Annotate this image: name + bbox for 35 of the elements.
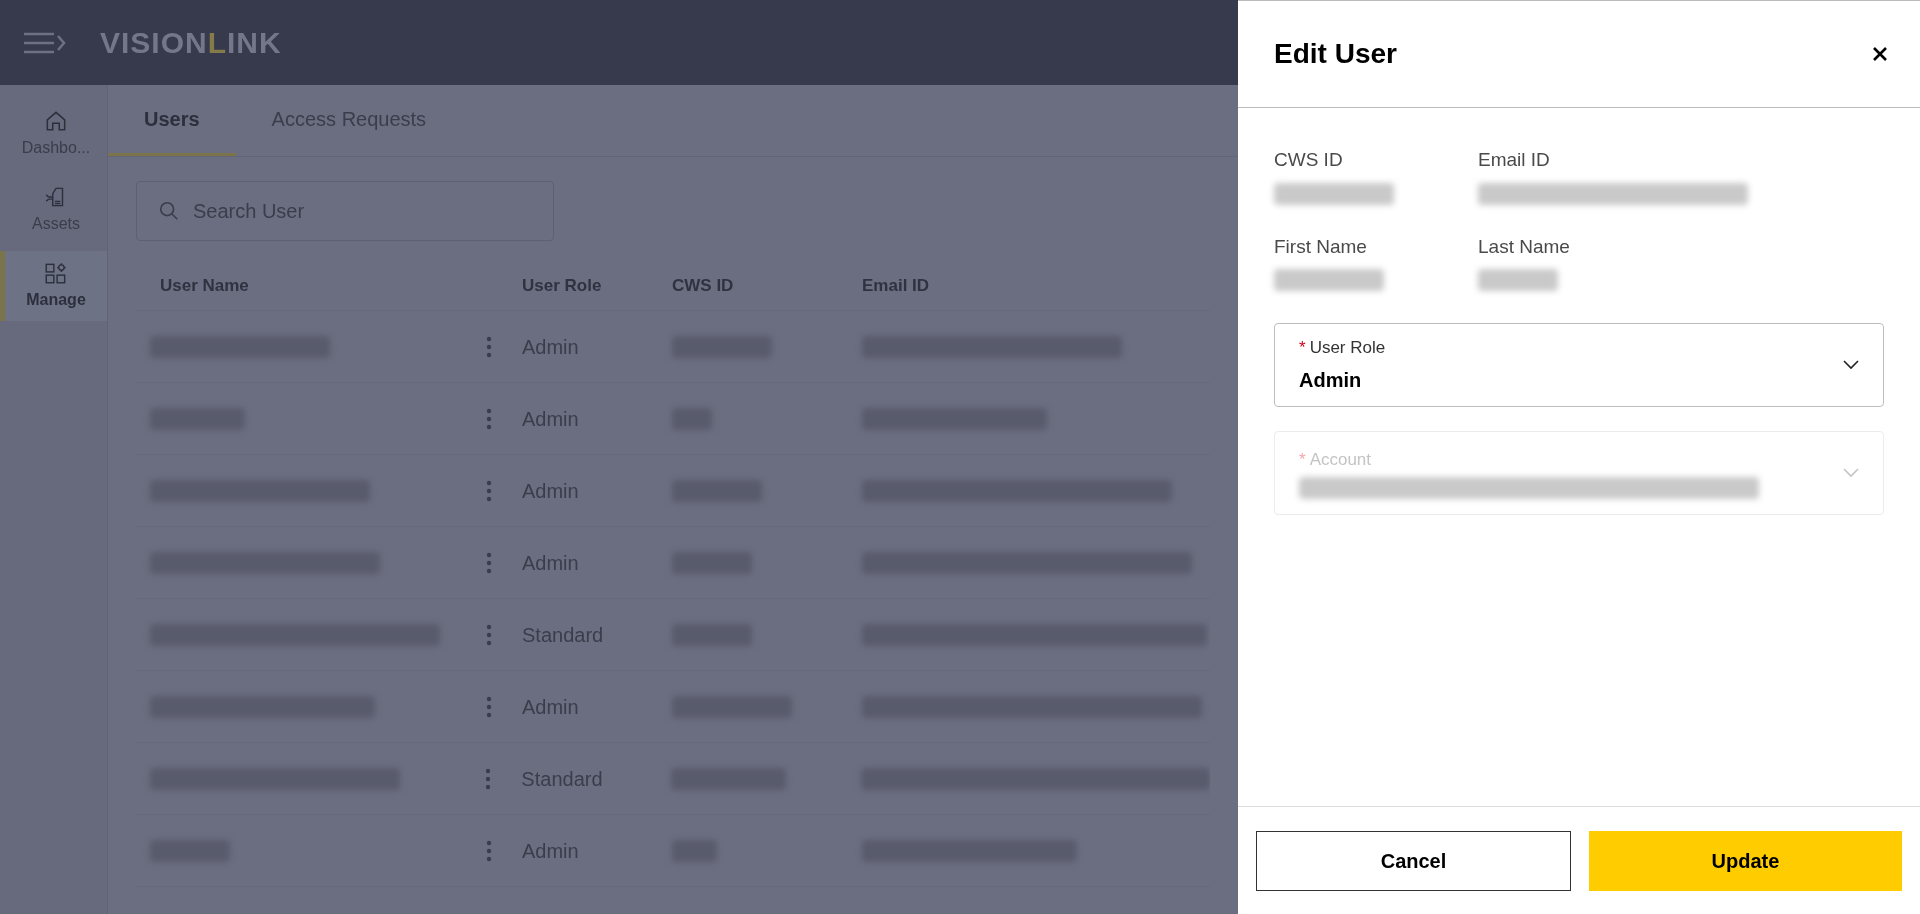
more-options-icon[interactable] [485, 767, 492, 790]
required-mark: * [1299, 337, 1306, 360]
panel-title: Edit User [1274, 37, 1397, 71]
info-label: Last Name [1478, 234, 1571, 259]
column-header: User Name [159, 274, 250, 297]
more-options-icon[interactable] [486, 623, 492, 646]
more-options-icon[interactable] [486, 551, 492, 574]
more-options-icon[interactable] [486, 839, 492, 862]
required-mark: * [1299, 449, 1306, 472]
column-header: CWS ID [672, 274, 735, 297]
close-icon[interactable] [1872, 46, 1888, 62]
info-label: First Name [1274, 234, 1368, 259]
more-options-icon[interactable] [486, 695, 492, 718]
more-options-icon[interactable] [486, 479, 492, 502]
chevron-down-icon [1843, 360, 1859, 370]
field-label: Account [1309, 449, 1372, 472]
more-options-icon[interactable] [486, 335, 492, 358]
dropdown-field[interactable]: * User Role Admin [1274, 323, 1884, 407]
field-label: User Role [1309, 337, 1386, 360]
manage-grid-icon [43, 260, 69, 286]
field-value: Admin [1299, 367, 1363, 393]
sidebar-item[interactable]: Manage [0, 251, 107, 321]
info-label: CWS ID [1274, 148, 1344, 172]
chevron-down-icon [1843, 468, 1859, 478]
search-icon [158, 200, 180, 222]
menu-icon[interactable] [24, 30, 68, 55]
tab[interactable]: Users [108, 84, 236, 156]
update-button[interactable]: Update [1589, 830, 1902, 891]
sidebar-label: Manage [26, 290, 86, 310]
column-header: Email ID [862, 274, 930, 297]
info-label: Email ID [1478, 148, 1551, 172]
logo: VISIONLINK [100, 25, 282, 61]
cancel-button[interactable]: Cancel [1256, 830, 1571, 891]
more-options-icon[interactable] [486, 407, 492, 430]
column-header: User Role [522, 274, 603, 297]
